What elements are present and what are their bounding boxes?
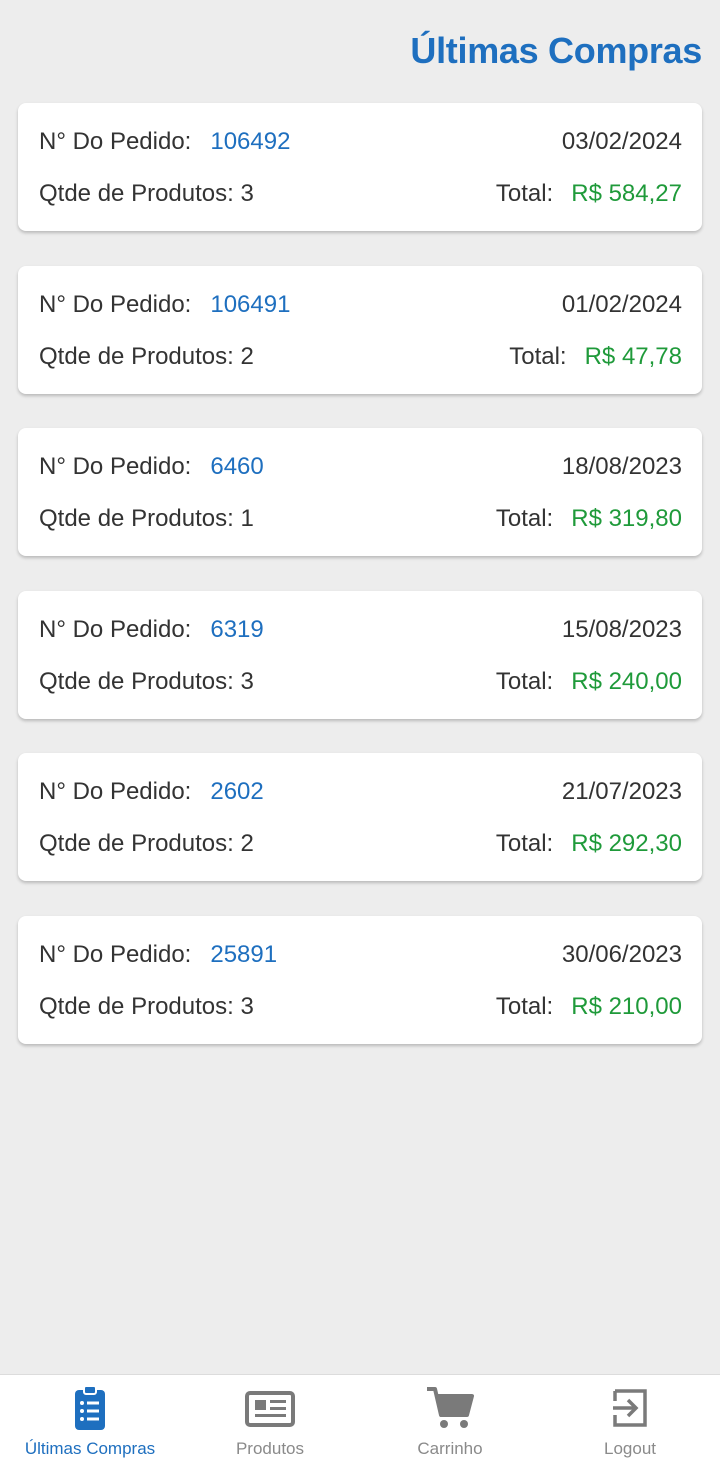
product-qty: 3 (240, 180, 254, 207)
order-id: 25891 (210, 940, 278, 968)
order-number-label: N° Do Pedido: (39, 453, 192, 480)
order-card[interactable]: N° Do Pedido: 6319 15/08/2023 Qtde de Pr… (18, 590, 702, 719)
nav-item-produtos[interactable]: Produtos (180, 1375, 360, 1461)
clipboard-list-icon (75, 1385, 105, 1430)
total-label: Total: (495, 830, 554, 857)
product-qty: 1 (240, 505, 254, 532)
product-qty-label: Qtde de Produtos: (39, 830, 234, 857)
order-card[interactable]: N° Do Pedido: 6460 18/08/2023 Qtde de Pr… (18, 428, 702, 556)
order-number-label: N° Do Pedido: (39, 615, 192, 643)
total-label: Total: (509, 342, 567, 370)
order-card[interactable]: N° Do Pedido: 25891 30/06/2023 Qtde de P… (18, 915, 702, 1044)
order-date: 15/08/2023 (561, 615, 682, 643)
sign-out-icon (613, 1389, 647, 1427)
total-label: Total: (495, 992, 554, 1020)
page-title: Últimas Compras (410, 30, 702, 71)
header: Últimas Compras (0, 0, 720, 100)
product-qty-label: Qtde de Produtos: (39, 180, 234, 207)
total-label: Total: (495, 667, 554, 695)
order-total: R$ 292,30 (571, 830, 682, 857)
order-total: R$ 584,27 (571, 180, 682, 207)
nav-item-carrinho[interactable]: Carrinho (360, 1375, 540, 1461)
order-id: 6319 (210, 615, 264, 643)
order-card[interactable]: N° Do Pedido: 2602 21/07/2023 Qtde de Pr… (18, 753, 702, 881)
product-qty: 3 (240, 667, 254, 695)
nav-item-logout[interactable]: Logout (540, 1375, 720, 1461)
order-number-label: N° Do Pedido: (39, 778, 192, 805)
order-date: 30/06/2023 (561, 940, 682, 968)
bottom-nav: Últimas Compras Produtos Carrinho Logout (0, 1374, 720, 1461)
product-qty: 2 (240, 342, 254, 370)
product-qty-label: Qtde de Produtos: (39, 667, 234, 695)
nav-label: Produtos (235, 1439, 305, 1458)
order-date: 01/02/2024 (561, 290, 682, 318)
total-label: Total: (495, 180, 554, 207)
order-total: R$ 210,00 (571, 992, 682, 1020)
nav-item-ultimas-compras[interactable]: Últimas Compras (0, 1375, 180, 1461)
product-qty-label: Qtde de Produtos: (39, 505, 234, 532)
order-card[interactable]: N° Do Pedido: 106491 01/02/2024 Qtde de … (18, 265, 702, 394)
order-number-label: N° Do Pedido: (39, 128, 192, 155)
product-qty: 3 (240, 992, 254, 1020)
order-number-label: N° Do Pedido: (39, 290, 192, 318)
total-label: Total: (495, 505, 554, 532)
product-qty-label: Qtde de Produtos: (39, 992, 234, 1020)
order-date: 18/08/2023 (561, 453, 682, 480)
shopping-cart-icon (427, 1387, 474, 1428)
order-id: 106491 (210, 290, 291, 318)
order-id: 2602 (210, 778, 264, 805)
order-date: 03/02/2024 (561, 128, 682, 155)
orders-list: N° Do Pedido: 106492 03/02/2024 Qtde de … (18, 103, 702, 1078)
nav-label: Últimas Compras (24, 1439, 156, 1458)
order-id: 6460 (210, 453, 264, 480)
order-number-label: N° Do Pedido: (39, 940, 192, 968)
order-total: R$ 240,00 (571, 667, 682, 695)
order-id: 106492 (210, 128, 291, 155)
order-card[interactable]: N° Do Pedido: 106492 03/02/2024 Qtde de … (18, 103, 702, 231)
product-qty-label: Qtde de Produtos: (39, 342, 234, 370)
newspaper-icon (245, 1391, 295, 1427)
order-total: R$ 319,80 (571, 505, 682, 532)
product-qty: 2 (240, 830, 254, 857)
nav-label: Carrinho (417, 1439, 483, 1458)
order-date: 21/07/2023 (561, 778, 682, 805)
order-total: R$ 47,78 (584, 342, 682, 370)
nav-label: Logout (604, 1439, 656, 1458)
